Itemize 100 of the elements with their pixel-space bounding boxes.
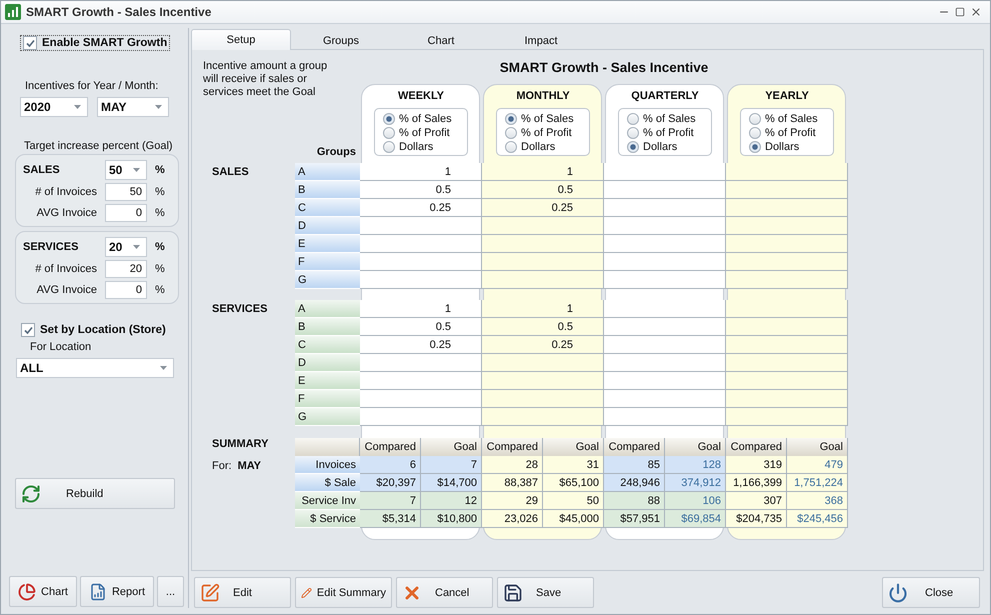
table-cell[interactable] [726,199,848,217]
radio-option[interactable]: Dollars [505,140,589,154]
table-cell[interactable] [726,163,848,181]
radio-option[interactable]: % of Sales [627,112,711,126]
goal-input[interactable]: 20 [105,260,147,278]
month-select[interactable]: MAY [97,97,169,117]
goal-input[interactable]: 0 [105,281,147,299]
tab[interactable]: Impact [491,31,591,50]
table-cell[interactable] [360,372,482,390]
radio-option[interactable]: % of Profit [505,126,589,140]
table-cell[interactable]: 0.25 [360,336,482,354]
group-cell: B [295,181,360,199]
radio-option[interactable]: Dollars [383,140,467,154]
table-cell[interactable] [482,408,604,426]
radio-option[interactable]: % of Profit [383,126,467,140]
table-cell[interactable]: 0.5 [482,181,604,199]
table-cell[interactable]: 0.25 [360,199,482,217]
table-cell[interactable] [482,271,604,289]
table-cell[interactable] [726,217,848,235]
table-cell[interactable] [604,336,726,354]
goal-input[interactable]: 0 [105,204,147,222]
table-cell[interactable] [604,235,726,253]
table-cell[interactable]: 0.5 [360,318,482,336]
table-cell[interactable] [360,235,482,253]
table-cell[interactable] [726,235,848,253]
table-cell[interactable] [360,354,482,372]
goal-select[interactable]: 20 [105,237,147,257]
table-cell[interactable] [360,408,482,426]
table-cell[interactable] [726,372,848,390]
location-checkbox[interactable]: Set by Location (Store) [21,323,166,337]
table-cell[interactable] [604,217,726,235]
radio-option[interactable]: Dollars [749,140,833,154]
table-cell[interactable]: 0.25 [482,199,604,217]
table-cell[interactable] [360,217,482,235]
table-cell[interactable]: 1 [360,163,482,181]
side-button[interactable]: Chart [9,576,77,607]
radio-option[interactable]: % of Profit [627,126,711,140]
rebuild-button[interactable]: Rebuild [15,478,175,509]
action-button[interactable]: Edit Summary [295,577,392,608]
tab[interactable]: Setup [191,29,291,50]
save-icon [503,582,523,602]
summary-cell: $20,397 [360,474,421,492]
location-select[interactable]: ALL [16,358,174,378]
radio-option[interactable]: % of Profit [749,126,833,140]
table-cell[interactable]: 1 [360,300,482,318]
table-cell[interactable] [360,390,482,408]
table-cell[interactable] [604,271,726,289]
table-cell[interactable]: 0.5 [360,181,482,199]
table-cell[interactable] [482,390,604,408]
group-cell: F [295,253,360,271]
goal-select[interactable]: 50 [105,160,147,180]
close-icon[interactable] [970,6,982,18]
table-cell[interactable]: 0.5 [482,318,604,336]
summary-row-label: $ Sale [295,474,360,492]
table-cell[interactable] [360,271,482,289]
close-button[interactable]: Close [882,577,980,608]
table-cell[interactable] [604,354,726,372]
table-cell[interactable] [604,390,726,408]
action-button[interactable]: Save [497,577,594,608]
table-cell[interactable] [482,372,604,390]
table-cell[interactable] [482,235,604,253]
table-cell[interactable] [726,354,848,372]
maximize-icon[interactable] [955,7,965,17]
table-cell[interactable] [726,390,848,408]
table-cell[interactable] [604,199,726,217]
table-cell[interactable] [604,372,726,390]
action-button[interactable]: Cancel [396,577,493,608]
goal-input[interactable]: 50 [105,183,147,201]
table-cell[interactable]: 0.25 [482,336,604,354]
radio-option[interactable]: % of Sales [383,112,467,126]
table-cell[interactable] [604,300,726,318]
side-button[interactable]: Report [80,576,154,607]
table-cell[interactable] [604,318,726,336]
radio-option[interactable]: Dollars [627,140,711,154]
table-cell[interactable] [482,217,604,235]
radio-option[interactable]: % of Sales [505,112,589,126]
table-cell[interactable]: 1 [482,300,604,318]
radio-option[interactable]: % of Sales [749,112,833,126]
table-cell[interactable] [726,300,848,318]
column-header: Compared [726,438,787,456]
enable-checkbox[interactable]: Enable SMART Growth [21,36,170,50]
table-cell[interactable] [604,253,726,271]
table-cell[interactable] [726,253,848,271]
action-button[interactable]: Edit [194,577,291,608]
table-cell[interactable] [482,253,604,271]
table-cell[interactable]: 1 [482,163,604,181]
table-cell[interactable] [604,163,726,181]
table-cell[interactable] [726,408,848,426]
table-cell[interactable] [726,181,848,199]
table-cell[interactable] [726,318,848,336]
table-cell[interactable] [726,336,848,354]
table-cell[interactable] [604,181,726,199]
table-cell[interactable] [604,408,726,426]
table-cell[interactable] [482,354,604,372]
side-button[interactable]: ... [157,576,184,607]
tab[interactable]: Chart [391,31,491,50]
table-cell[interactable] [726,271,848,289]
year-select[interactable]: 2020 [20,97,88,117]
table-cell[interactable] [360,253,482,271]
tab[interactable]: Groups [291,31,391,50]
